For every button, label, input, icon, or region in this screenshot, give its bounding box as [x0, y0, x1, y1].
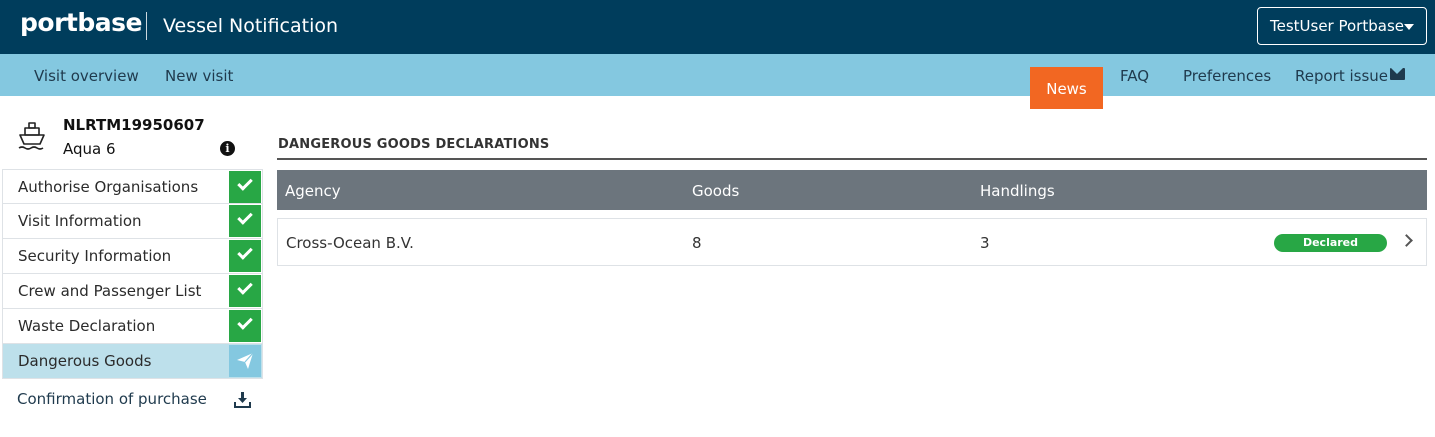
- confirmation-of-purchase-link[interactable]: Confirmation of purchase: [17, 390, 207, 408]
- status-complete: [229, 171, 261, 203]
- check-icon: [237, 209, 253, 225]
- sidebar-item-label: Dangerous Goods: [18, 352, 152, 370]
- nav-visit-overview[interactable]: Visit overview: [34, 67, 139, 85]
- status-badge: Declared: [1274, 234, 1387, 252]
- column-header-goods: Goods: [692, 182, 740, 200]
- nav-faq[interactable]: FAQ: [1120, 67, 1149, 85]
- nav-report-issue[interactable]: Report issue: [1295, 67, 1388, 85]
- app-title: Vessel Notification: [163, 15, 339, 37]
- sidebar-item-visit-information[interactable]: Visit Information: [2, 204, 263, 239]
- sidebar-menu: Authorise Organisations Visit Informatio…: [2, 169, 263, 379]
- nav-new-visit[interactable]: New visit: [165, 67, 233, 85]
- check-icon: [237, 314, 253, 330]
- section-title: DANGEROUS GOODS DECLARATIONS: [278, 137, 550, 152]
- user-menu-button[interactable]: TestUser Portbase: [1257, 7, 1427, 45]
- sidebar-item-label: Crew and Passenger List: [18, 282, 202, 300]
- section-divider: [277, 158, 1427, 160]
- check-icon: [237, 244, 253, 260]
- sidebar-item-authorise-organisations[interactable]: Authorise Organisations: [2, 169, 263, 204]
- status-complete: [229, 275, 261, 307]
- status-sent: [229, 345, 261, 377]
- check-icon: [237, 175, 253, 191]
- sidebar-item-label: Waste Declaration: [18, 317, 156, 335]
- nav-preferences[interactable]: Preferences: [1183, 67, 1271, 85]
- header-divider: [146, 12, 147, 40]
- sidebar-item-waste-declaration[interactable]: Waste Declaration: [2, 309, 263, 344]
- chevron-right-icon[interactable]: [1400, 234, 1413, 247]
- caret-down-icon: [1404, 24, 1414, 30]
- portbase-logo[interactable]: portbase: [20, 8, 142, 37]
- check-icon: [237, 279, 253, 295]
- paper-plane-icon: [237, 352, 254, 369]
- status-complete: [229, 205, 261, 237]
- table-header: Agency Goods Handlings: [277, 170, 1427, 210]
- download-icon[interactable]: [234, 391, 251, 408]
- info-icon[interactable]: i: [220, 141, 235, 156]
- status-complete: [229, 240, 261, 272]
- cell-goods: 8: [692, 234, 702, 252]
- vessel-id: NLRTM19950607: [63, 116, 205, 134]
- sub-navigation: Visit overview New visit News FAQ Prefer…: [0, 54, 1435, 109]
- ship-icon: [18, 122, 45, 150]
- sidebar-item-security-information[interactable]: Security Information: [2, 239, 263, 274]
- user-menu-label: TestUser Portbase: [1270, 17, 1404, 35]
- sidebar-item-dangerous-goods[interactable]: Dangerous Goods: [2, 344, 263, 379]
- envelope-icon[interactable]: [1390, 68, 1405, 80]
- cell-handlings: 3: [980, 234, 990, 252]
- sidebar-item-label: Visit Information: [18, 212, 142, 230]
- table-row[interactable]: Cross-Ocean B.V. 8 3 Declared: [277, 218, 1427, 266]
- sidebar-item-label: Authorise Organisations: [18, 178, 199, 196]
- status-complete: [229, 310, 261, 342]
- nav-news[interactable]: News: [1030, 67, 1103, 109]
- top-header: portbase Vessel Notification TestUser Po…: [0, 0, 1435, 54]
- sidebar-item-crew-passenger-list[interactable]: Crew and Passenger List: [2, 274, 263, 309]
- cell-agency: Cross-Ocean B.V.: [286, 234, 414, 252]
- sidebar-item-label: Security Information: [18, 247, 172, 265]
- column-header-agency: Agency: [285, 182, 341, 200]
- column-header-handlings: Handlings: [980, 182, 1055, 200]
- vessel-name: Aqua 6: [63, 140, 116, 158]
